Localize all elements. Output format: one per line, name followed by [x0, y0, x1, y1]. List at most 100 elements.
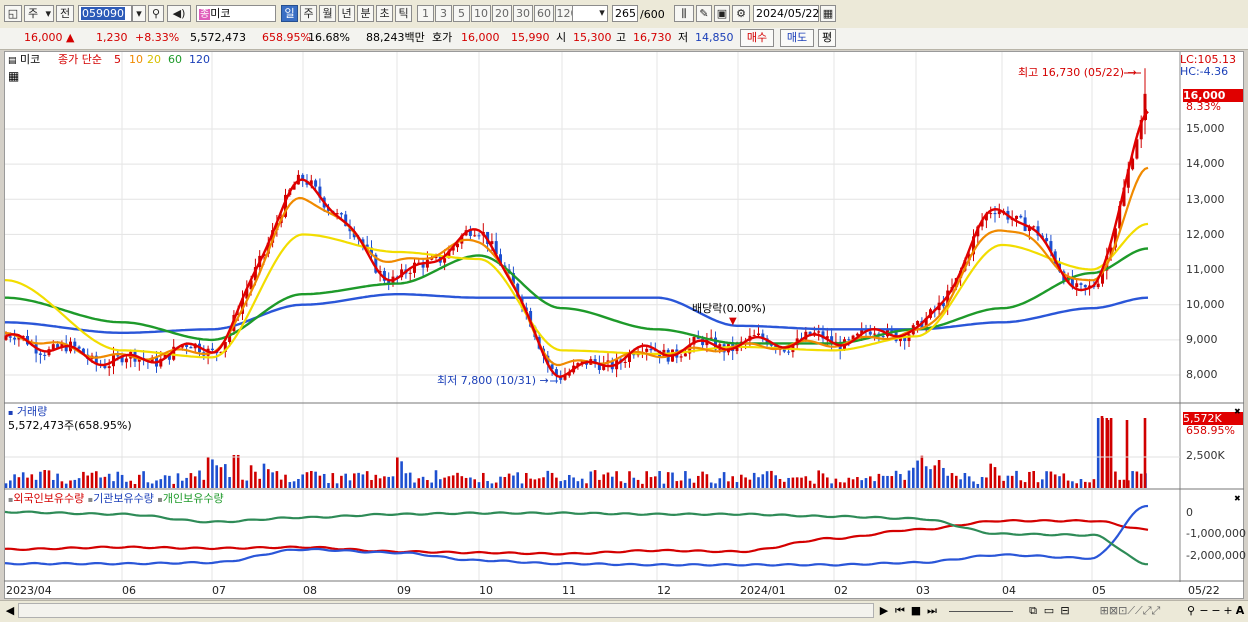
save-icon[interactable]: ▣ [714, 5, 730, 22]
period-button[interactable]: 주 [300, 5, 317, 22]
zoom-in-icon[interactable]: + [1222, 603, 1234, 618]
toolbar: ◱ 주 ▾ 전 059090 ▾ ⚲ ◀) 종미코 일주월년분초틱 1 3 5 10 20… [0, 0, 1248, 29]
last-page-icon[interactable]: ⏭ [926, 603, 938, 618]
stock-code-input[interactable]: 059090 [78, 5, 132, 22]
stock-name: 미코 [210, 7, 231, 20]
chart-area[interactable] [4, 51, 1244, 599]
scroll-track[interactable] [18, 603, 874, 618]
scroll-left-icon[interactable]: ◀ [4, 603, 16, 618]
volume-value: 5,572,473 [190, 31, 246, 44]
scroll-right-icon[interactable]: ▶ [878, 603, 890, 618]
period-button[interactable]: 분 [357, 5, 374, 22]
x-tick: 2023/04 [6, 584, 52, 597]
ask-label: 호가 [432, 31, 453, 44]
price-value: 16,000 [24, 31, 63, 44]
y-tick: 11,000 [1186, 263, 1225, 276]
dividend-annotation: 배당락(0.00%) [692, 302, 766, 315]
scroll-bar: ◀ ▶ ⏮ ■ ⏭ ⧉ ▭ ⊟ ⊞⊠⊡⟋⟋⤢⤢ ⚲ − − + A [0, 600, 1248, 622]
interval-dropdown-icon[interactable]: ▾ [596, 5, 608, 22]
auto-scale-icon[interactable]: A [1234, 603, 1246, 618]
current-pct: 8.33% [1186, 100, 1221, 113]
gear-icon[interactable]: ⚙ [732, 5, 750, 22]
ask-price: 16,000 [461, 31, 500, 44]
layout-icon[interactable]: ◱ [4, 5, 22, 22]
stock-name-field[interactable]: 종미코 [196, 5, 276, 22]
price-change-pct: +8.33% [135, 31, 180, 44]
interval-button[interactable]: 30 [513, 5, 533, 22]
stop-icon[interactable]: ■ [910, 603, 922, 618]
x-tick: 09 [397, 584, 411, 597]
x-tick: 08 [303, 584, 317, 597]
volume-y-tick: 2,500K [1186, 449, 1225, 462]
x-tick-current: 05/22 [1188, 584, 1220, 597]
open-label: 시 [556, 31, 567, 44]
interval-button[interactable]: 5 [453, 5, 470, 22]
high-label: 고 [616, 31, 627, 44]
volume-title-text: 거래량 [16, 405, 48, 418]
market-select[interactable]: 주 ▾ [24, 5, 54, 22]
period-button[interactable]: 월 [319, 5, 336, 22]
bid-price: 15,990 [511, 31, 550, 44]
low-annotation-text: 최저 7,800 (10/31) [437, 374, 537, 387]
copy-icon[interactable]: ⧉ [1026, 603, 1040, 618]
y-tick: 9,000 [1186, 333, 1218, 346]
holdings-y-tick: -1,000,000 [1186, 527, 1246, 540]
volume-current-pct: 658.95% [1186, 424, 1235, 437]
shrink-icon[interactable]: − [1210, 603, 1222, 618]
low-price: 14,850 [695, 31, 734, 44]
x-tick: 11 [562, 584, 576, 597]
candle-type-icon[interactable]: ⫼ [674, 5, 694, 22]
search-icon[interactable]: ⚲ [148, 5, 164, 22]
turnover: 16.68% [308, 31, 350, 44]
interval-button[interactable]: 20 [492, 5, 512, 22]
first-page-icon[interactable]: ⏮ [894, 603, 906, 618]
count-input[interactable]: 265 [612, 5, 638, 22]
grid-toggle-icon[interactable]: ▦ [8, 70, 19, 83]
x-tick: 03 [916, 584, 930, 597]
ma20-legend: 20 [147, 53, 161, 66]
interval-button[interactable]: 10 [471, 5, 491, 22]
draw-tool-icon[interactable]: ✎ [696, 5, 712, 22]
institution-holdings-legend: 기관보유수량 [93, 492, 154, 505]
y-tick: 15,000 [1186, 122, 1225, 135]
interval-button[interactable]: 60 [534, 5, 554, 22]
tool-icons[interactable]: ⊞⊠⊡⟋⟋⤢⤢ [1076, 603, 1184, 618]
prev-button[interactable]: 전 [56, 5, 74, 22]
date-input[interactable]: 2024/05/22 [753, 5, 819, 22]
holdings-y-tick: -2,000,000 [1186, 549, 1246, 562]
period-button[interactable]: 초 [376, 5, 393, 22]
y-tick: 10,000 [1186, 298, 1225, 311]
interval-button[interactable]: 3 [435, 5, 452, 22]
holdings-y-tick: 0 [1186, 506, 1193, 519]
window-icon[interactable]: ▭ [1042, 603, 1056, 618]
buy-button[interactable]: 매수 [740, 29, 774, 47]
y-tick: 12,000 [1186, 228, 1225, 241]
speaker-icon[interactable]: ◀) [167, 5, 191, 22]
holdings-legend: ▪외국인보유수량 ▪기관보유수량 ▪개인보유수량 [8, 492, 224, 505]
period-button[interactable]: 년 [338, 5, 355, 22]
foreign-holdings-legend: 외국인보유수량 [13, 492, 85, 505]
code-dropdown-icon[interactable]: ▾ [132, 5, 146, 22]
high-price: 16,730 [633, 31, 672, 44]
open-price: 15,300 [573, 31, 612, 44]
market-select-value: 주 [28, 7, 39, 20]
zoom-out-icon[interactable]: − [1198, 603, 1210, 618]
low-annotation: 최저 7,800 (10/31) → [437, 374, 549, 387]
holdings-close-icon[interactable]: ✖ [1234, 492, 1241, 505]
zoom-search-icon[interactable]: ⚲ [1184, 603, 1198, 618]
period-button[interactable]: 일 [281, 5, 298, 22]
eval-button[interactable]: 평 [818, 29, 836, 47]
zoom-slider[interactable] [946, 603, 1016, 618]
current-price: 16,000 ▲ [24, 31, 74, 45]
period-button[interactable]: 틱 [395, 5, 412, 22]
ma10-legend: 10 [129, 53, 143, 66]
interval-button[interactable]: 1 [417, 5, 434, 22]
sell-button[interactable]: 매도 [780, 29, 814, 47]
x-tick: 2024/01 [740, 584, 786, 597]
split-icon[interactable]: ⊟ [1058, 603, 1072, 618]
panel-close-icon[interactable]: ✖ [1234, 405, 1241, 418]
individual-holdings-legend: 개인보유수량 [162, 492, 224, 505]
high-annotation-text: 최고 16,730 (05/22) [1018, 66, 1125, 79]
ma120-legend: 120 [189, 53, 210, 66]
calendar-icon[interactable]: ▦ [820, 5, 836, 22]
